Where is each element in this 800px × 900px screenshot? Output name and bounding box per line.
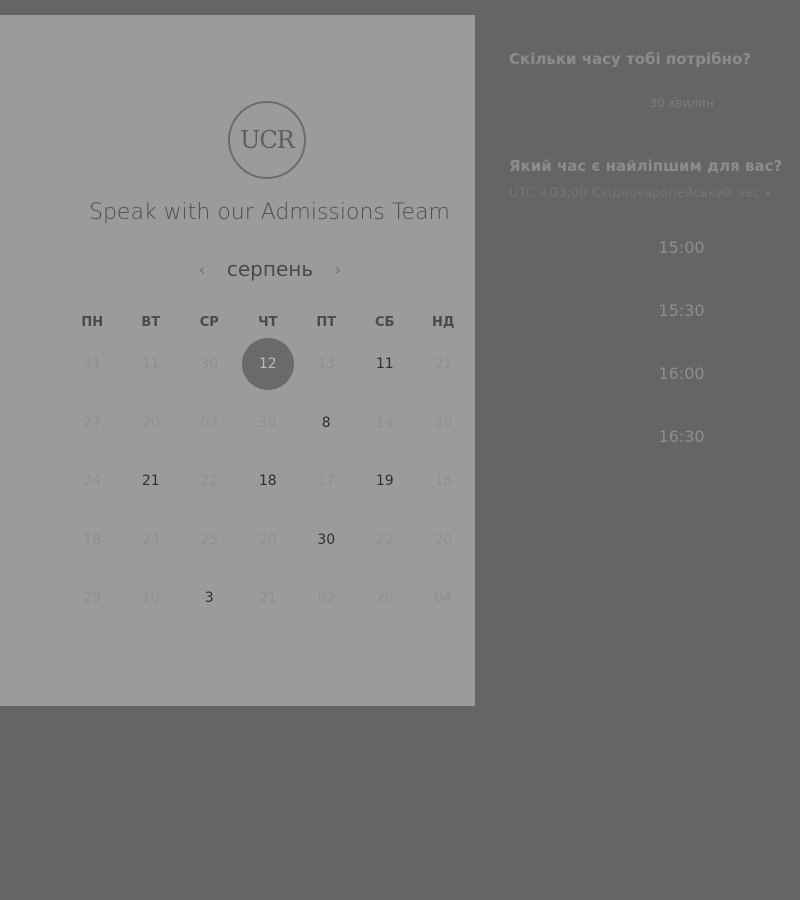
calendar-day-number: 02 [317, 590, 336, 607]
calendar-day-number: 24 [141, 531, 160, 548]
calendar-day-number: 24 [83, 473, 102, 490]
calendar-day-number: 18 [83, 531, 102, 548]
calendar-day: 30 [239, 394, 298, 453]
month-navigation: ‹ серпень › [190, 253, 350, 285]
calendar-day-number: 30 [200, 356, 219, 373]
calendar-day: 27 [63, 394, 122, 453]
calendar-day: 02 [297, 569, 356, 628]
calendar-day-number: 21 [258, 590, 277, 607]
calendar-day-number: 27 [83, 414, 102, 431]
chevron-right-icon[interactable]: › [326, 260, 350, 279]
weekday-wed: СР [199, 315, 219, 330]
weekday-sun: НД [432, 315, 455, 330]
calendar-day: 25 [180, 511, 239, 570]
weekday-mon: ПН [81, 315, 104, 330]
calendar-day: 24 [63, 452, 122, 511]
calendar-day: 20 [414, 511, 473, 570]
calendar-day-selected[interactable]: 12 [239, 335, 298, 394]
time-slot[interactable]: 16:30 [509, 427, 800, 446]
calendar-day-number: 19 [375, 473, 394, 490]
calendar-day-number: 29 [83, 590, 102, 607]
calendar-day-number: 22 [200, 473, 219, 490]
weekday-header: ПН ВТ СР ЧТ ПТ СБ НД [63, 315, 475, 330]
calendar-day: 30 [180, 335, 239, 394]
calendar-grid: 31 11 30 12 13 11 21 27 20 03 30 8 14 30 24 21 22 18 17 19 1… [63, 335, 475, 628]
calendar-day-number: 30 [434, 414, 453, 431]
calendar-day-number: 3 [204, 590, 214, 607]
calendar-day: 21 [239, 569, 298, 628]
calendar-day: 13 [297, 335, 356, 394]
calendar-day: 29 [63, 569, 122, 628]
calendar-day-number: 14 [375, 414, 394, 431]
calendar-day-number: 31 [83, 356, 102, 373]
calendar-day-number: 17 [317, 473, 336, 490]
calendar-day-number: 13 [317, 356, 336, 373]
calendar-day-number: 20 [434, 531, 453, 548]
weekday-fri: ПТ [316, 315, 337, 330]
page-title: Speak with our Admissions Team [88, 200, 450, 225]
calendar-day: 11 [122, 335, 181, 394]
logo-text: UCR [240, 126, 295, 154]
calendar-day: 22 [180, 452, 239, 511]
calendar-day[interactable]: 30 [297, 511, 356, 570]
calendar-day-number: 20 [375, 590, 394, 607]
calendar-day-number: 03 [200, 414, 219, 431]
calendar-day[interactable]: 21 [122, 452, 181, 511]
calendar-day-number: 20 [141, 414, 160, 431]
calendar-day: 20 [356, 569, 415, 628]
calendar-day: 04 [414, 569, 473, 628]
calendar-day: 14 [356, 394, 415, 453]
calendar-day-number: 11 [375, 356, 394, 373]
calendar-day-number: 18 [258, 473, 277, 490]
time-slot[interactable]: 16:00 [509, 364, 800, 383]
calendar-day[interactable]: 3 [180, 569, 239, 628]
calendar-day[interactable]: 19 [356, 452, 415, 511]
duration-option[interactable]: 30 хвилин [509, 96, 800, 110]
calendar-day-number: 21 [141, 473, 160, 490]
calendar-day-number: 12 [258, 356, 277, 373]
calendar-day[interactable]: 18 [239, 452, 298, 511]
caret-down-icon: ▾ [765, 189, 771, 200]
calendar-day[interactable]: 11 [356, 335, 415, 394]
calendar-day-number: 18 [434, 473, 453, 490]
time-slot[interactable]: 15:30 [509, 301, 800, 320]
calendar-day-number: 10 [141, 590, 160, 607]
timezone-label: UTC +03:00 Східноєвропейський час [509, 186, 760, 201]
calendar-day: 20 [122, 394, 181, 453]
calendar-day: 03 [180, 394, 239, 453]
calendar-day-number: 30 [317, 531, 336, 548]
ucr-logo: UCR [228, 101, 306, 179]
calendar-day: 21 [414, 335, 473, 394]
calendar-day: 22 [356, 511, 415, 570]
calendar-day: 24 [122, 511, 181, 570]
calendar-day: 31 [63, 335, 122, 394]
calendar-day-number: 11 [141, 356, 160, 373]
weekday-thu: ЧТ [258, 315, 278, 330]
calendar-panel: UCR Speak with our Admissions Team ‹ сер… [0, 15, 475, 706]
calendar-day-number: 25 [200, 531, 219, 548]
calendar-day-number: 21 [434, 356, 453, 373]
calendar-day-number: 22 [375, 531, 394, 548]
month-label: серпень [226, 257, 314, 281]
timezone-select[interactable]: UTC +03:00 Східноєвропейський час ▾ [509, 186, 771, 201]
calendar-day: 20 [239, 511, 298, 570]
calendar-day: 17 [297, 452, 356, 511]
calendar-day-number: 30 [258, 414, 277, 431]
calendar-day: 30 [414, 394, 473, 453]
duration-question: Скільки часу тобі потрібно? [509, 50, 751, 68]
time-question: Який час є найліпшим для вас? [509, 157, 783, 175]
calendar-day-number: 8 [321, 414, 331, 431]
calendar-day-number: 20 [258, 531, 277, 548]
calendar-day: 18 [63, 511, 122, 570]
weekday-tue: ВТ [141, 315, 161, 330]
weekday-sat: СБ [375, 315, 395, 330]
calendar-day-number: 04 [434, 590, 453, 607]
calendar-day: 10 [122, 569, 181, 628]
time-slot[interactable]: 15:00 [509, 238, 800, 257]
calendar-day[interactable]: 8 [297, 394, 356, 453]
calendar-day: 18 [414, 452, 473, 511]
chevron-left-icon[interactable]: ‹ [190, 260, 214, 279]
